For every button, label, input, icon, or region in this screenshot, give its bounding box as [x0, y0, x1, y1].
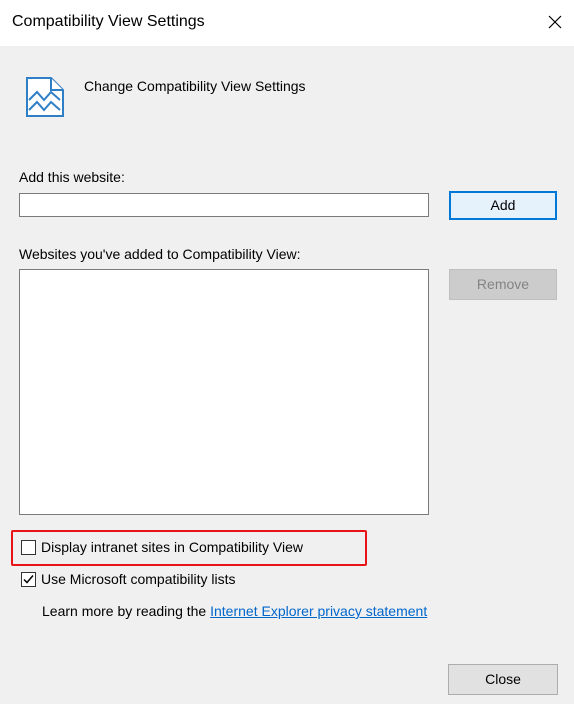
remove-button: Remove	[449, 269, 557, 300]
websites-list-label: Websites you've added to Compatibility V…	[19, 246, 301, 262]
privacy-statement-link[interactable]: Internet Explorer privacy statement	[210, 603, 427, 619]
learn-more-prefix: Learn more by reading the	[42, 603, 211, 619]
close-button[interactable]: Close	[448, 664, 558, 695]
use-ms-lists-option[interactable]: Use Microsoft compatibility lists	[21, 570, 236, 588]
compatibility-view-icon	[24, 74, 66, 120]
websites-list[interactable]	[19, 269, 429, 515]
header-text: Change Compatibility View Settings	[84, 78, 306, 94]
display-intranet-label: Display intranet sites in Compatibility …	[41, 539, 303, 555]
add-website-label: Add this website:	[19, 169, 125, 185]
close-icon[interactable]	[542, 9, 568, 35]
dialog-title: Compatibility View Settings	[12, 13, 205, 30]
checkmark-icon	[23, 574, 34, 584]
use-ms-lists-checkbox[interactable]	[21, 571, 36, 587]
dialog-titlebar: Compatibility View Settings	[0, 0, 574, 46]
display-intranet-checkbox[interactable]	[21, 539, 36, 555]
use-ms-lists-label: Use Microsoft compatibility lists	[41, 571, 236, 587]
learn-more-text: Learn more by reading the Internet Explo…	[42, 602, 427, 620]
display-intranet-option[interactable]: Display intranet sites in Compatibility …	[21, 538, 303, 556]
add-website-input[interactable]	[19, 193, 429, 217]
add-button[interactable]: Add	[449, 191, 557, 220]
